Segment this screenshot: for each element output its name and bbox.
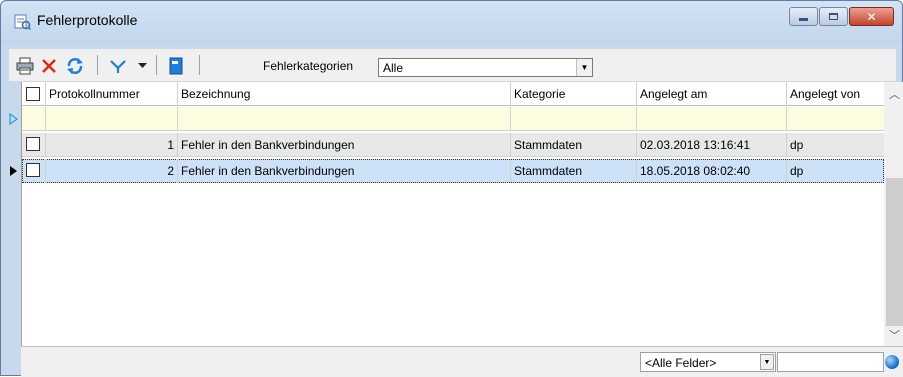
column-header-angelegt-von[interactable]: Angelegt von <box>787 82 884 106</box>
chevron-down-icon <box>138 63 147 69</box>
title-bar[interactable]: Fehlerprotokolle ✕ <box>1 1 902 45</box>
category-label: Fehlerkategorien <box>263 59 353 73</box>
cell-bezeichnung: Fehler in den Bankverbindungen <box>178 159 511 183</box>
scroll-up-icon[interactable]: ︿ <box>884 85 903 103</box>
scroll-thumb[interactable] <box>886 178 903 326</box>
new-row-cell <box>787 107 884 131</box>
toolbar-separator <box>156 55 157 75</box>
book-icon <box>169 57 183 75</box>
new-row-check-cell <box>22 107 46 131</box>
category-value: Alle <box>383 61 403 75</box>
cell-angelegt-am: 02.03.2018 13:16:41 <box>637 133 787 157</box>
new-row[interactable] <box>22 107 884 131</box>
print-icon <box>16 57 34 75</box>
cell-angelegt-am: 18.05.2018 08:02:40 <box>637 159 787 183</box>
toolbar-separator <box>199 55 200 75</box>
row-checkbox[interactable] <box>26 137 40 151</box>
scroll-down-icon[interactable]: ﹀ <box>884 326 903 344</box>
book-button[interactable] <box>165 56 187 76</box>
minimize-icon <box>799 18 808 21</box>
refresh-icon <box>66 57 84 75</box>
cell-angelegt-von: dp <box>787 159 884 183</box>
cell-protokollnummer: 1 <box>46 133 178 157</box>
row-check-cell <box>22 159 46 183</box>
chevron-down-icon[interactable]: ▼ <box>576 59 592 76</box>
window-title: Fehlerprotokolle <box>37 12 137 28</box>
column-header-angelegt-am[interactable]: Angelegt am <box>637 82 787 106</box>
window: Fehlerprotokolle ✕ Fehlerkategorien Alle… <box>0 0 903 376</box>
new-row-cell <box>637 107 787 131</box>
delete-icon <box>41 58 57 74</box>
close-button[interactable]: ✕ <box>849 7 894 26</box>
row-check-cell <box>22 133 46 157</box>
new-row-cell <box>511 107 637 131</box>
cell-kategorie: Stammdaten <box>511 159 637 183</box>
print-button[interactable] <box>15 56 35 76</box>
refresh-button[interactable] <box>64 56 86 76</box>
minimize-button[interactable] <box>789 7 818 26</box>
field-filter-value: <Alle Felder> <box>645 356 716 370</box>
column-header-protokollnummer[interactable]: Protokollnummer <box>46 82 178 106</box>
filter-icon <box>109 58 127 74</box>
select-all-cell <box>22 82 46 106</box>
toolbar-separator <box>97 55 98 75</box>
table-row[interactable]: 1 Fehler in den Bankverbindungen Stammda… <box>22 133 884 157</box>
table-row-selected[interactable]: 2 Fehler in den Bankverbindungen Stammda… <box>22 159 884 183</box>
field-filter-select[interactable]: <Alle Felder> ▼ <box>640 352 776 372</box>
new-row-cell <box>178 107 511 131</box>
new-row-indicator-icon <box>4 107 22 131</box>
filter-dropdown-button[interactable] <box>135 56 149 76</box>
chevron-down-icon[interactable]: ▼ <box>760 354 774 370</box>
status-bar: <Alle Felder> ▼ <box>21 346 903 377</box>
current-row-indicator-icon <box>4 159 22 183</box>
cell-protokollnummer: 2 <box>46 159 178 183</box>
toolbar: Fehlerkategorien Alle ▼ <box>9 49 896 81</box>
cell-angelegt-von: dp <box>787 133 884 157</box>
search-input[interactable] <box>777 352 884 372</box>
maximize-icon <box>829 13 838 20</box>
new-row-cell <box>46 107 178 131</box>
select-all-checkbox[interactable] <box>26 87 40 101</box>
delete-button[interactable] <box>39 56 59 76</box>
globe-icon[interactable] <box>885 355 899 369</box>
cell-bezeichnung: Fehler in den Bankverbindungen <box>178 133 511 157</box>
filter-button[interactable] <box>107 56 129 76</box>
category-select[interactable]: Alle ▼ <box>378 58 593 77</box>
maximize-button[interactable] <box>819 7 848 26</box>
caption-buttons: ✕ <box>788 7 894 26</box>
data-grid: Protokollnummer Bezeichnung Kategorie An… <box>21 82 903 377</box>
vertical-scrollbar[interactable]: ︿ ﹀ <box>884 82 903 346</box>
row-checkbox[interactable] <box>26 163 40 177</box>
cell-kategorie: Stammdaten <box>511 133 637 157</box>
grid-header: Protokollnummer Bezeichnung Kategorie An… <box>22 82 884 106</box>
log-icon <box>14 14 31 30</box>
column-header-kategorie[interactable]: Kategorie <box>511 82 637 106</box>
close-icon: ✕ <box>866 10 876 24</box>
column-header-bezeichnung[interactable]: Bezeichnung <box>178 82 511 106</box>
